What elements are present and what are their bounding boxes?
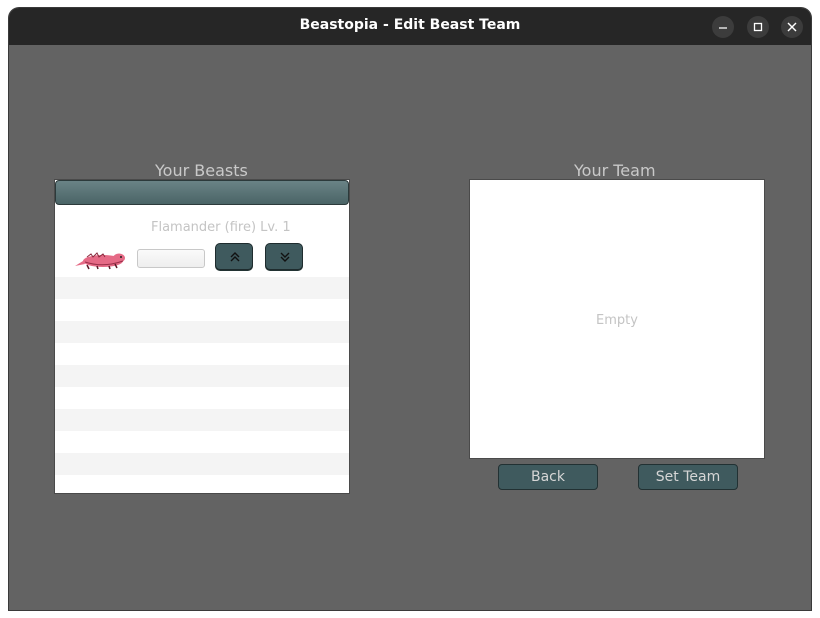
empty-row <box>55 277 349 299</box>
beast-list-header <box>55 180 349 205</box>
empty-row <box>55 409 349 431</box>
team-list[interactable]: Empty <box>470 180 764 458</box>
empty-row <box>55 365 349 387</box>
beast-list[interactable]: Flamander (fire) Lv. 1 <box>55 180 349 493</box>
close-icon[interactable] <box>781 16 803 38</box>
minimize-icon[interactable] <box>712 16 734 38</box>
team-empty-label: Empty <box>596 313 638 328</box>
window-title: Beastopia - Edit Beast Team <box>299 17 521 33</box>
flamander-sprite-icon <box>75 252 125 270</box>
empty-row <box>55 453 349 475</box>
maximize-icon[interactable] <box>747 16 769 38</box>
app-window: Beastopia - Edit Beast Team Your Beasts … <box>9 8 811 610</box>
beast-level-field[interactable] <box>137 249 205 268</box>
double-chevron-down-icon <box>280 252 290 262</box>
double-chevron-up-icon <box>230 252 240 262</box>
main-content: Your Beasts Your Team Flamander (fire) L… <box>9 45 811 610</box>
back-button[interactable]: Back <box>498 464 598 490</box>
your-beasts-label: Your Beasts <box>155 161 248 180</box>
set-team-button[interactable]: Set Team <box>638 464 738 490</box>
empty-row <box>55 321 349 343</box>
move-up-button[interactable] <box>215 243 253 270</box>
title-bar[interactable]: Beastopia - Edit Beast Team <box>9 8 811 45</box>
your-team-label: Your Team <box>574 161 656 180</box>
move-down-button[interactable] <box>265 243 303 270</box>
beast-name-label: Flamander (fire) Lv. 1 <box>151 220 291 235</box>
